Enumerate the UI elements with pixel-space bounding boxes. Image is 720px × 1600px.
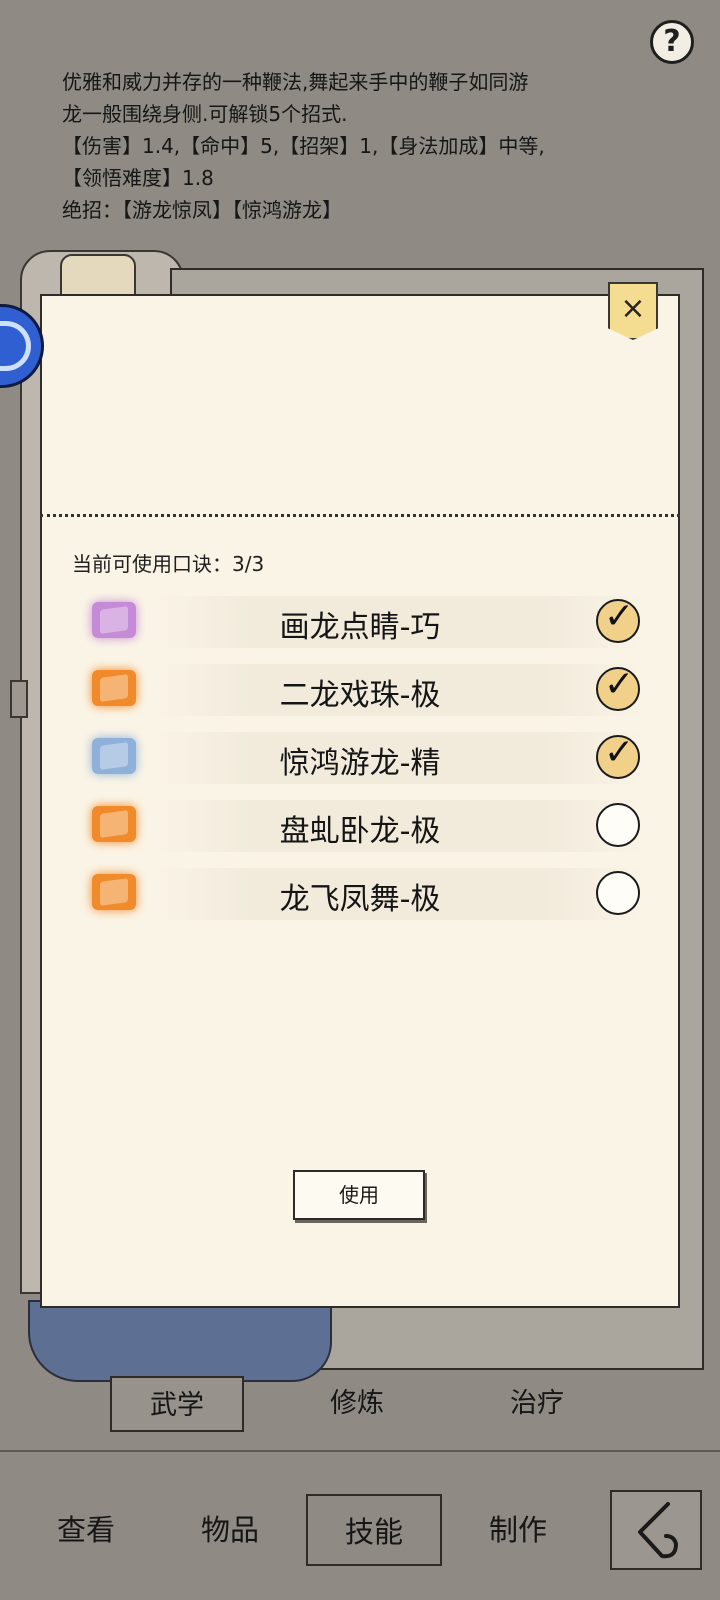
skill-row[interactable]: 画龙点睛-巧 ✓ [84, 592, 654, 652]
tab-healing[interactable]: 治疗 [470, 1376, 604, 1432]
back-button[interactable] [610, 1490, 702, 1570]
description-line: 【领悟难度】1.8 [62, 166, 214, 190]
close-button[interactable]: × [608, 282, 658, 340]
sub-tab-bar: 武学 修炼 治疗 [0, 1370, 720, 1440]
tab-martial-arts[interactable]: 武学 [110, 1376, 244, 1432]
scroll-icon-orange [92, 874, 136, 910]
skill-row[interactable]: 二龙戏珠-极 ✓ [84, 660, 654, 720]
checkmark-icon: ✓ [604, 664, 635, 705]
scroll-icon-blue [92, 738, 136, 774]
description-line: 优雅和威力并存的一种鞭法,舞起来手中的鞭子如同游 [62, 70, 529, 94]
dotted-divider [40, 514, 680, 517]
nav-view[interactable]: 查看 [18, 1494, 154, 1566]
skill-name: 二龙戏珠-极 [279, 678, 441, 713]
mnemonic-quota: 当前可使用口诀：3/3 [72, 552, 265, 576]
scroll-icon-orange [92, 670, 136, 706]
skill-description: 优雅和威力并存的一种鞭法,舞起来手中的鞭子如同游 龙一般围绕身侧.可解锁5个招式… [62, 66, 662, 226]
skill-row[interactable]: 惊鸿游龙-精 ✓ [84, 728, 654, 788]
nav-items[interactable]: 物品 [162, 1494, 298, 1566]
description-line: 绝招：【游龙惊凤】【惊鸿游龙】 [62, 198, 342, 222]
tab-cultivation[interactable]: 修炼 [290, 1376, 424, 1432]
divider-line [0, 1450, 720, 1452]
skill-name: 惊鸿游龙-精 [279, 746, 441, 781]
skill-name: 盘虬卧龙-极 [279, 814, 441, 849]
scroll-icon-orange [92, 806, 136, 842]
back-arrow-icon [638, 1502, 678, 1559]
checkmark-icon: ✓ [604, 596, 635, 637]
skill-name: 画龙点睛-巧 [279, 610, 441, 645]
scroll-side-tab [10, 680, 28, 718]
skill-checkbox[interactable]: ✓ [596, 596, 640, 643]
bottom-nav: 查看 物品 技能 制作 [0, 1470, 720, 1600]
skill-row[interactable]: 龙飞凤舞-极 [84, 864, 654, 924]
use-button[interactable]: 使用 [293, 1170, 425, 1220]
scroll-icon-purple [92, 602, 136, 638]
description-line: 【伤害】1.4,【命中】5,【招架】1,【身法加成】中等, [62, 134, 545, 158]
description-line: 龙一般围绕身侧.可解锁5个招式. [62, 102, 348, 126]
skill-checkbox[interactable]: ✓ [596, 732, 640, 779]
checkmark-icon: ✓ [604, 732, 635, 773]
skill-row[interactable]: 盘虬卧龙-极 [84, 796, 654, 856]
skill-checkbox[interactable]: ✓ [596, 664, 640, 711]
skill-name: 龙飞凤舞-极 [279, 882, 441, 917]
help-button[interactable]: ? [650, 20, 694, 64]
nav-craft[interactable]: 制作 [450, 1494, 586, 1566]
skill-checkbox[interactable] [596, 803, 640, 847]
skill-checkbox[interactable] [596, 871, 640, 915]
nav-skills[interactable]: 技能 [306, 1494, 442, 1566]
